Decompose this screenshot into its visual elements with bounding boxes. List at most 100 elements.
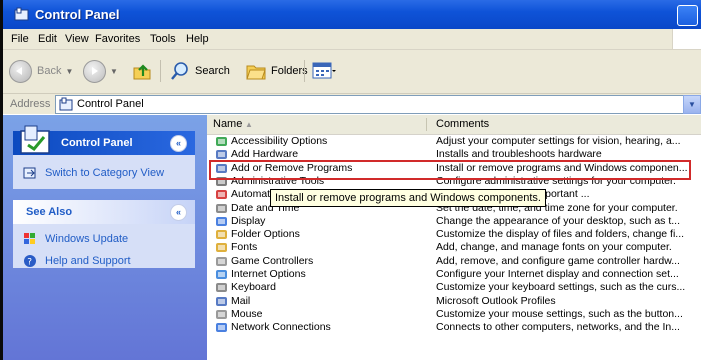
forward-arrow-icon: [83, 59, 106, 83]
list-item[interactable]: Network Connections Connects to other com…: [207, 321, 701, 334]
chevron-down-icon: ▼: [110, 66, 118, 76]
tooltip: Install or remove programs and Windows c…: [270, 189, 546, 207]
help-icon: ?: [24, 255, 36, 268]
chevron-down-icon: ▼: [65, 66, 74, 76]
toolbar: Back ▼ ▼ Search Folders: [3, 50, 701, 94]
mail-icon: [215, 295, 228, 308]
folders-icon: [246, 65, 266, 80]
search-label: Search: [195, 65, 230, 77]
views-icon: [312, 62, 336, 79]
control-panel-icon: [59, 97, 73, 111]
item-name: Network Connections: [231, 321, 331, 334]
item-comment: Installs and troubleshoots hardware: [436, 148, 602, 161]
item-name: Mail: [231, 294, 251, 307]
see-also-header[interactable]: See Also «: [13, 200, 195, 224]
back-label: Back: [37, 65, 62, 77]
search-button[interactable]: Search: [169, 59, 230, 83]
see-also-help-support[interactable]: ? Help and Support: [13, 251, 195, 273]
list-item[interactable]: Keyboard Customize your keyboard settings…: [207, 281, 701, 294]
menu-favorites[interactable]: Favorites: [95, 33, 140, 45]
list-item[interactable]: Fonts Add, change, and manage fonts on yo…: [207, 241, 701, 254]
column-divider[interactable]: [426, 118, 427, 131]
up-folder-button[interactable]: [132, 59, 152, 83]
item-name: Game Controllers: [231, 254, 314, 267]
list-item[interactable]: Mouse Customize your mouse settings, such…: [207, 308, 701, 321]
item-name: Keyboard: [231, 281, 276, 294]
menu-edit[interactable]: Edit: [38, 33, 57, 45]
list-item[interactable]: Display Change the appearance of your des…: [207, 215, 701, 228]
control-panel-icon: [20, 125, 50, 154]
date-time-icon: [215, 202, 228, 215]
item-name: Display: [231, 214, 266, 227]
control-panel-icon: [14, 7, 29, 21]
item-comment: Customize your mouse settings, such as t…: [436, 307, 683, 320]
item-name: Fonts: [231, 241, 258, 254]
address-label: Address: [10, 98, 51, 110]
title-bar[interactable]: Control Panel: [3, 0, 701, 29]
folder-options-icon: [215, 228, 228, 241]
back-button[interactable]: Back ▼: [9, 59, 73, 83]
item-name: Mouse: [231, 307, 263, 320]
collapse-icon[interactable]: «: [170, 135, 187, 152]
menu-view[interactable]: View: [65, 33, 89, 45]
task-pane: Control Panel « Switch to Category View …: [3, 115, 207, 360]
automatic-updates-icon: [215, 188, 228, 201]
switch-view-icon: [23, 167, 36, 179]
control-panel-header[interactable]: Control Panel «: [13, 125, 195, 155]
menu-help[interactable]: Help: [186, 33, 209, 45]
mouse-icon: [215, 308, 228, 321]
column-name-header[interactable]: Name: [213, 118, 242, 130]
network-connections-icon: [215, 321, 228, 334]
back-arrow-icon: [9, 59, 32, 83]
collapse-icon[interactable]: «: [170, 204, 187, 221]
control-panel-box: Control Panel « Switch to Category View: [13, 125, 195, 189]
windows-logo: [672, 29, 701, 49]
item-comment: Customize the display of files and folde…: [436, 228, 685, 241]
windows-update-label: Windows Update: [45, 233, 129, 245]
svg-text:?: ?: [27, 258, 32, 268]
folders-button[interactable]: Folders: [245, 59, 308, 83]
item-comment: Configure your Internet display and conn…: [436, 268, 679, 280]
menu-bar: File Edit View Favorites Tools Help: [3, 29, 701, 50]
help-support-label: Help and Support: [45, 255, 131, 267]
switch-category-view-link[interactable]: Switch to Category View: [13, 163, 195, 185]
item-comment: Change the appearance of your desktop, s…: [436, 214, 680, 227]
windows-update-icon: [24, 233, 35, 244]
item-name: Folder Options: [231, 228, 300, 241]
search-icon: [171, 62, 188, 80]
address-field[interactable]: Control Panel: [55, 95, 684, 114]
address-dropdown-button[interactable]: ▼: [683, 95, 701, 114]
item-name: Internet Options: [231, 268, 306, 280]
item-comment: Connects to other computers, networks, a…: [436, 321, 680, 334]
switch-category-view-label: Switch to Category View: [45, 167, 165, 179]
menu-tools[interactable]: Tools: [150, 33, 176, 45]
window-control-button[interactable]: [677, 5, 698, 26]
column-comments-header[interactable]: Comments: [436, 118, 489, 130]
sort-ascending-icon: ▲: [245, 120, 253, 129]
see-also-windows-update[interactable]: Windows Update: [13, 229, 195, 251]
list-item[interactable]: Folder Options Customize the display of f…: [207, 228, 701, 241]
item-comment: Customize your keyboard settings, such a…: [436, 281, 686, 294]
explorer-window: Control Panel File Edit View Favorites T…: [0, 0, 701, 360]
list-item[interactable]: Mail Microsoft Outlook Profiles: [207, 295, 701, 308]
see-also-title: See Also: [26, 206, 73, 218]
item-comment: Adjust your computer settings for vision…: [436, 135, 681, 147]
views-button[interactable]: [312, 59, 336, 83]
highlight-box: [209, 160, 691, 180]
keyboard-icon: [215, 281, 228, 294]
fonts-icon: [215, 241, 228, 254]
folders-label: Folders: [271, 65, 308, 77]
list-item[interactable]: Game Controllers Add, remove, and configu…: [207, 255, 701, 268]
up-folder-icon: [133, 64, 151, 80]
internet-options-icon: [215, 268, 228, 281]
list-item[interactable]: Internet Options Configure your Internet …: [207, 268, 701, 281]
list-item[interactable]: Accessibility Options Adjust your compute…: [207, 135, 701, 148]
menu-file[interactable]: File: [11, 33, 29, 45]
item-comment: Microsoft Outlook Profiles: [436, 294, 556, 307]
item-comment: Add, remove, and configure game controll…: [436, 254, 680, 267]
see-also-box: See Also « Windows Update ? Help and Sup…: [13, 200, 195, 268]
item-name: Accessibility Options: [231, 135, 328, 147]
window-title: Control Panel: [35, 7, 120, 22]
item-name: Add Hardware: [231, 148, 299, 161]
forward-button[interactable]: ▼: [83, 59, 118, 83]
